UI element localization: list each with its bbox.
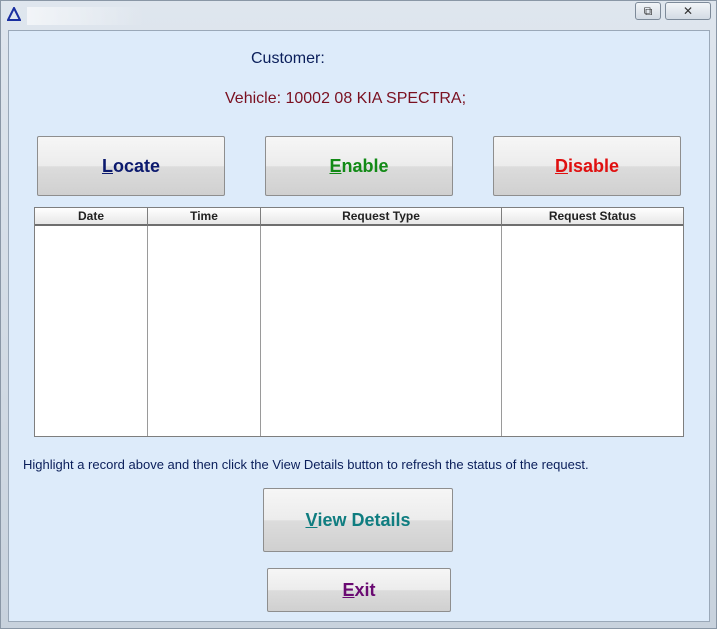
client-area: Customer: Vehicle: 10002 08 KIA SPECTRA;… bbox=[8, 30, 710, 622]
exit-mnemonic: E bbox=[342, 579, 355, 600]
locate-mnemonic: L bbox=[101, 155, 113, 176]
disable-label: isable bbox=[567, 155, 620, 176]
locate-label: ocate bbox=[112, 155, 161, 176]
enable-mnemonic: E bbox=[329, 155, 342, 176]
enable-label: nable bbox=[341, 155, 389, 176]
requests-table[interactable]: Date Time Request Type Request Status bbox=[34, 207, 684, 437]
view-details-label: iew Details bbox=[317, 509, 411, 530]
window-title bbox=[27, 7, 145, 25]
customer-label: Customer: bbox=[251, 50, 325, 67]
disable-mnemonic: D bbox=[554, 155, 568, 176]
restore-button[interactable]: ⧉ bbox=[635, 2, 661, 20]
title-bar[interactable]: ⧉ ✕ bbox=[1, 1, 716, 29]
instruction-text: Highlight a record above and then click … bbox=[23, 457, 589, 472]
column-header-request-type[interactable]: Request Type bbox=[261, 208, 502, 226]
close-icon: ✕ bbox=[682, 4, 694, 18]
main-window: ⧉ ✕ Customer: Vehicle: 10002 08 KIA SPEC… bbox=[0, 0, 717, 629]
locate-button[interactable]: Locate bbox=[37, 136, 225, 196]
enable-button[interactable]: Enable bbox=[265, 136, 453, 196]
restore-icon: ⧉ bbox=[643, 4, 653, 18]
vehicle-label: Vehicle: 10002 08 KIA SPECTRA; bbox=[225, 90, 467, 107]
triangle-app-icon bbox=[7, 7, 21, 21]
column-header-time[interactable]: Time bbox=[148, 208, 261, 226]
close-button[interactable]: ✕ bbox=[665, 2, 711, 20]
view-details-button[interactable]: View Details bbox=[263, 488, 453, 552]
column-header-request-status[interactable]: Request Status bbox=[502, 208, 683, 226]
table-header: Date Time Request Type Request Status bbox=[35, 208, 683, 226]
disable-button[interactable]: Disable bbox=[493, 136, 681, 196]
exit-label: xit bbox=[354, 579, 376, 600]
column-header-date[interactable]: Date bbox=[35, 208, 148, 226]
view-details-mnemonic: V bbox=[305, 509, 318, 530]
column-divider bbox=[501, 226, 502, 436]
column-divider bbox=[260, 226, 261, 436]
column-divider bbox=[147, 226, 148, 436]
exit-button[interactable]: Exit bbox=[267, 568, 451, 612]
